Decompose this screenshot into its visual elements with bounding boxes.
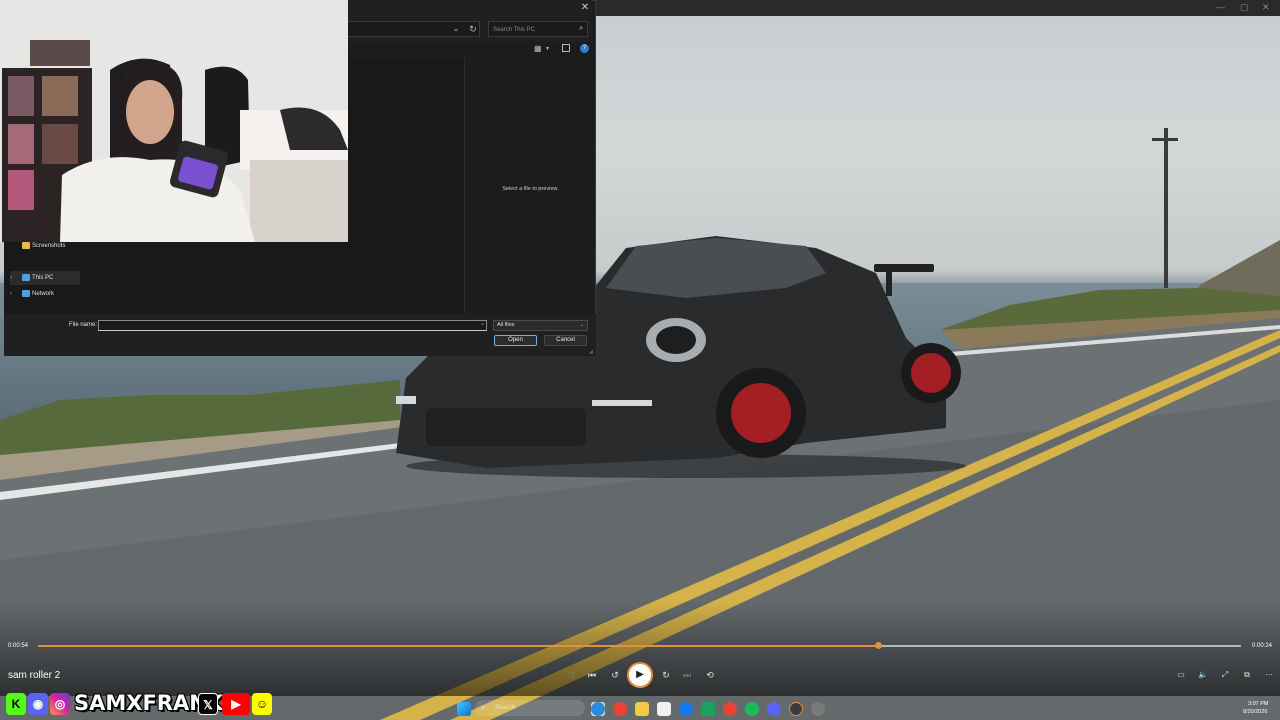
nav-item-network[interactable]: › Network [10,287,80,301]
calendar-icon[interactable] [657,702,671,716]
chrome-icon[interactable] [723,702,737,716]
repeat-icon[interactable]: ⟲ [703,669,717,681]
youtube-icon: ▶ [222,693,250,715]
help-icon[interactable]: ? [580,44,589,53]
file-name-dropdown-icon[interactable]: ⌄ [480,320,485,327]
elapsed-time: 0:00:54 [8,643,29,649]
kick-icon: K [6,693,26,715]
cancel-button[interactable]: Cancel [544,335,587,346]
open-button[interactable]: Open [494,335,537,346]
chevron-right-icon[interactable]: › [10,271,12,285]
snapchat-icon: ☺ [252,693,272,715]
close-icon[interactable]: ✕ [1262,2,1270,13]
edge-icon[interactable] [591,702,605,716]
utility-pole-crossbar [1152,138,1178,141]
file-name-input[interactable] [98,320,487,331]
maximize-icon[interactable]: ▢ [1240,2,1249,13]
clock-date[interactable]: 8/20/2026 [1243,709,1267,715]
search-icon: ⌕ [481,703,486,712]
nav-item-this-pc[interactable]: › This PC [10,271,80,285]
taskbar-search-label: Search [495,704,516,711]
app-icon[interactable] [701,702,715,716]
spotify-icon[interactable] [745,702,759,716]
computer-icon [22,274,30,281]
file-type-value: All files [497,322,515,328]
x-icon: 𝕏 [198,693,218,715]
nav-item-label: Network [32,291,55,297]
remaining-time: 0:00:24 [1252,643,1273,649]
subtitles-icon[interactable]: ▭ [1175,669,1187,681]
search-input[interactable]: Search This PC ⌕ [488,21,588,37]
instagram-icon: ◎ [50,693,70,715]
resize-grip-icon[interactable]: ◢ [589,349,593,355]
file-name-label: File name: [69,322,98,328]
minimize-icon[interactable]: — [1216,2,1225,12]
search-placeholder: Search This PC [493,27,535,33]
file-type-select[interactable]: All files ⌄ [493,320,588,331]
utility-pole [1164,128,1168,288]
next-icon[interactable]: ⏭ [681,669,693,681]
play-button[interactable]: ▶ [627,662,653,688]
view-options-icon[interactable]: ▦ [534,44,542,53]
skip-back-icon[interactable]: ↺ [608,669,622,681]
shuffle-icon[interactable]: ⤨ [565,669,577,681]
screen: — ▢ ✕ ✕ ⌄ ↻ Search This PC ⌕ ▦ ▾ ? Selec… [0,0,1280,720]
media-title: sam roller 2 [8,670,61,681]
chevron-right-icon[interactable]: › [10,287,12,301]
media-player-icon[interactable] [789,702,803,716]
miniplayer-icon[interactable]: ⧉ [1241,669,1253,681]
network-icon [22,290,30,297]
skip-forward-icon[interactable]: ↻ [659,669,673,681]
start-icon[interactable] [457,702,471,716]
webcam-image [0,0,348,242]
previous-icon[interactable]: ⏮ [586,669,598,681]
preview-message: Select a file to preview. [502,186,559,192]
volume-icon[interactable]: 🔈 [1197,669,1209,681]
chevron-down-icon[interactable]: ⌄ [450,22,462,36]
search-icon: ⌕ [579,25,583,32]
discord-icon: ◉ [28,693,48,715]
seek-progress [38,645,878,647]
more-options-icon[interactable]: ⋯ [1263,669,1275,681]
dialog-title-bar [344,0,592,16]
player-title-bar: — ▢ ✕ [596,0,1280,16]
dialog-command-bar [344,42,592,58]
refresh-icon[interactable]: ↻ [466,22,480,36]
nav-item-label: This PC [32,275,54,281]
folder-icon [22,242,30,249]
taskbar-search[interactable]: ⌕ Search [475,700,585,716]
seek-thumb[interactable] [874,642,882,649]
settings-icon[interactable] [811,702,825,716]
preview-pane-icon[interactable] [562,44,570,52]
webcam-overlay [0,0,348,242]
fullscreen-icon[interactable]: ⤢ [1219,669,1231,681]
dialog-close-button[interactable]: ✕ [578,1,592,15]
chrome-icon[interactable] [613,702,627,716]
preview-pane: Select a file to preview. [464,58,595,314]
file-explorer-icon[interactable] [635,702,649,716]
discord-taskbar-icon[interactable] [767,702,781,716]
seek-bar[interactable] [38,642,1241,649]
chevron-down-icon: ⌄ [579,322,584,328]
view-dropdown-icon[interactable]: ▾ [546,45,549,52]
clock-time[interactable]: 3:07 PM [1248,701,1268,707]
facebook-icon[interactable] [679,702,693,716]
